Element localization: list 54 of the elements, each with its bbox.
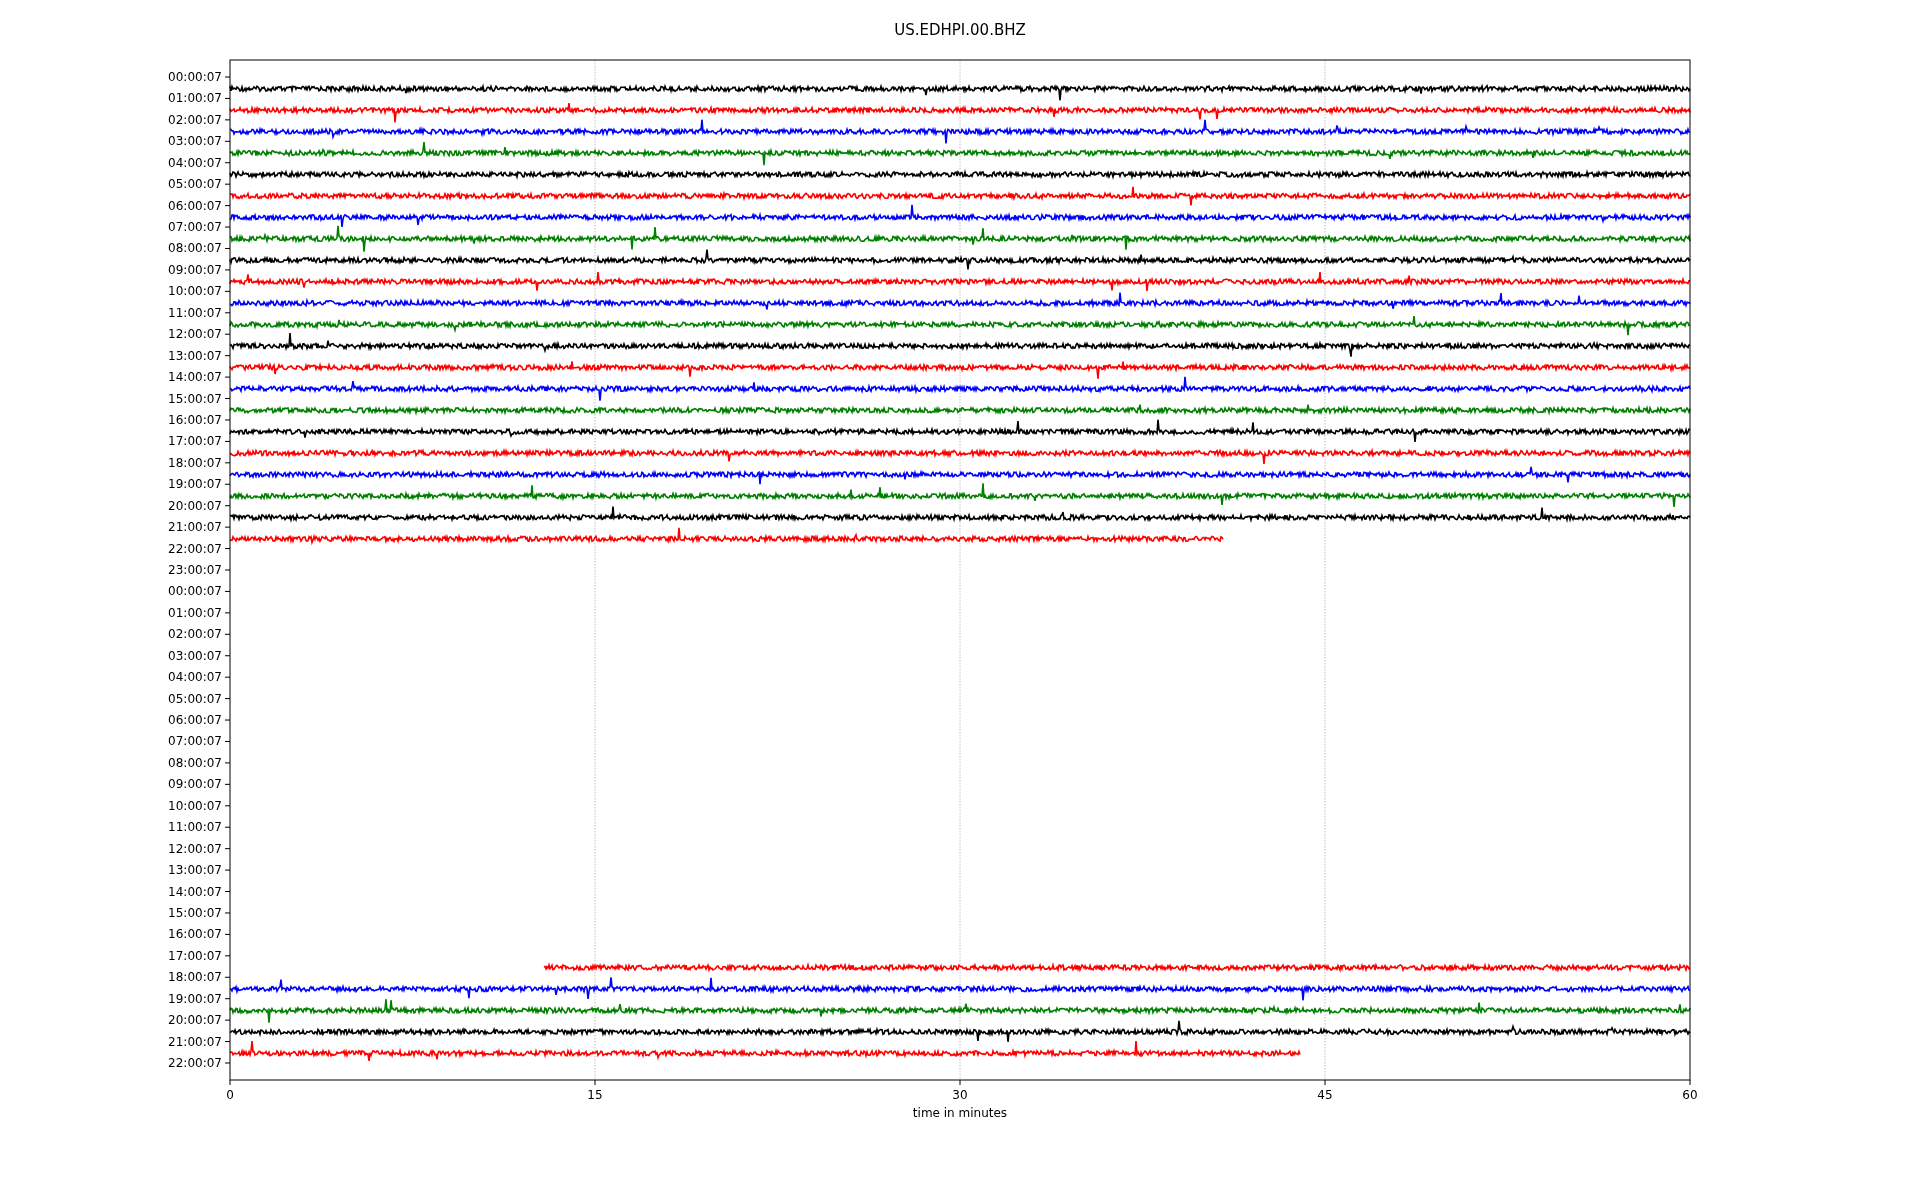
y-tick-label: 19:00:07 [168,991,222,1006]
y-tick-label: 12:00:07 [168,841,222,856]
y-tick-label: 16:00:07 [168,412,222,427]
y-tick-label: 02:00:07 [168,112,222,127]
y-tick-label: 04:00:07 [168,155,222,170]
y-tick-label: 22:00:07 [168,541,222,556]
y-tick-label: 12:00:07 [168,327,222,342]
y-tick-label: 03:00:07 [168,134,222,149]
x-tick-label: 0 [226,1088,234,1102]
y-tick-label: 18:00:07 [168,455,222,470]
y-tick-label: 15:00:07 [168,905,222,920]
x-tick-label: 30 [952,1088,968,1102]
y-tick-label: 07:00:07 [168,734,222,749]
y-tick-label: 06:00:07 [168,713,222,728]
y-tick-label: 03:00:07 [168,648,222,663]
y-tick-label: 10:00:07 [168,798,222,813]
y-tick-label: 15:00:07 [168,391,222,406]
y-tick-label: 02:00:07 [168,627,222,642]
x-axis-label: time in minutes [912,1106,1008,1120]
y-tick-label: 09:00:07 [168,777,222,792]
y-tick-label: 23:00:07 [168,563,222,577]
y-tick-label: 22:00:07 [168,1056,222,1070]
y-tick-label: 09:00:07 [168,262,222,277]
y-tick-label: 01:00:07 [168,605,222,620]
y-tick-label: 01:00:07 [168,91,222,106]
y-tick-label: 19:00:07 [168,477,222,492]
y-tick-label: 04:00:07 [168,670,222,685]
y-tick-label: 21:00:07 [168,1034,222,1049]
y-tick-label: 11:00:07 [168,820,222,835]
y-tick-label: 17:00:07 [168,948,222,963]
y-tick-label: 10:00:07 [168,284,222,299]
x-tick-label: 45 [1317,1088,1333,1102]
y-tick-label: 17:00:07 [168,434,222,449]
y-tick-label: 11:00:07 [168,305,222,320]
y-tick-label: 00:00:07 [168,70,222,84]
y-tick-label: 20:00:07 [168,1013,222,1028]
y-tick-label: 05:00:07 [168,177,222,192]
y-tick-label: 20:00:07 [168,498,222,513]
y-tick-label: 13:00:07 [168,863,222,878]
x-tick-label: 15 [587,1088,603,1102]
y-tick-label: 08:00:07 [168,241,222,256]
plot-title: US.EDHPI.00.BHZ [894,21,1026,39]
y-tick-label: 16:00:07 [168,927,222,942]
y-tick-label: 07:00:07 [168,220,222,235]
x-tick-label: 60 [1682,1088,1698,1102]
y-tick-label: 14:00:07 [168,884,222,899]
y-tick-label: 00:00:07 [168,584,222,599]
y-tick-label: 13:00:07 [168,348,222,363]
y-tick-label: 14:00:07 [168,370,222,385]
y-tick-label: 06:00:07 [168,198,222,213]
y-tick-label: 21:00:07 [168,520,222,535]
y-tick-label: 08:00:07 [168,755,222,770]
y-tick-label: 18:00:07 [168,970,222,985]
y-tick-label: 05:00:07 [168,691,222,706]
